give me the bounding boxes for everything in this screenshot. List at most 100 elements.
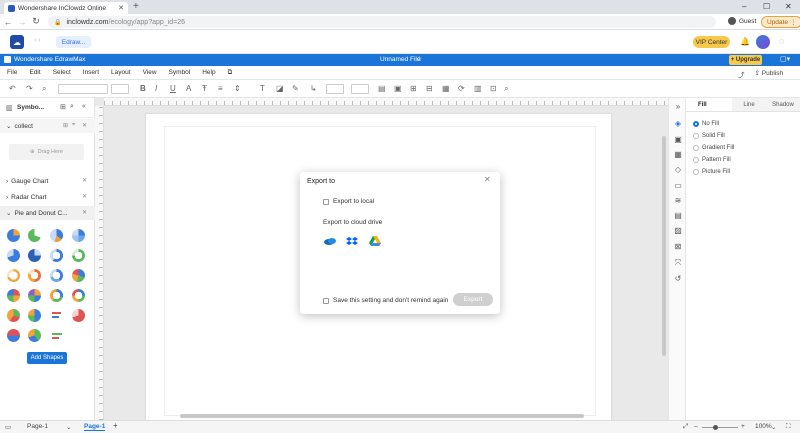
new-tab-button[interactable]: + <box>133 2 139 12</box>
zoom-slider-handle[interactable] <box>713 425 718 430</box>
fill-style-icon[interactable]: ◈ <box>672 118 684 130</box>
inclowdz-logo-icon[interactable]: ☁ <box>10 35 24 49</box>
menu-select[interactable]: Select <box>53 69 71 76</box>
group-icon[interactable]: ▣ <box>394 83 402 95</box>
size-icon[interactable]: ▦ <box>442 83 450 95</box>
add-page-icon[interactable]: + <box>113 421 118 430</box>
pie-shape[interactable] <box>72 309 85 322</box>
menu-edit[interactable]: Edit <box>29 69 40 76</box>
layers-icon[interactable]: ◇ <box>672 164 684 176</box>
collapse-panel-icon[interactable]: « <box>82 103 86 110</box>
pie-shape[interactable] <box>7 329 20 342</box>
add-library-icon[interactable]: ⊞ <box>60 103 66 111</box>
category-pie-donut[interactable]: ⌄ Pie and Donut C... ✕ <box>0 206 95 220</box>
connector-icon[interactable]: ↳ <box>310 83 317 95</box>
library-search-icon[interactable]: ⌕ <box>70 103 74 111</box>
donut-shape[interactable] <box>50 269 63 282</box>
page-setup-icon[interactable]: ▤ <box>672 210 684 222</box>
pie-shape[interactable] <box>72 229 85 242</box>
search-icon[interactable]: ⌕ <box>504 83 508 95</box>
close-window-icon[interactable]: ✕ <box>785 2 792 11</box>
fill-bucket-icon[interactable]: ◪ <box>276 83 284 95</box>
add-shapes-button[interactable]: Add Shapes <box>27 352 67 364</box>
font-family-select[interactable] <box>58 84 108 94</box>
pie-shape[interactable] <box>7 309 20 322</box>
fill-option-solid[interactable]: Solid Fill <box>693 133 725 139</box>
vertical-scrollbar[interactable] <box>662 136 666 356</box>
guest-profile[interactable]: Guest <box>728 17 756 25</box>
zoom-chevron-icon[interactable]: ⌄ <box>771 423 776 431</box>
vip-center-button[interactable]: VIP Center <box>693 36 730 48</box>
user-avatar[interactable] <box>756 35 770 49</box>
redo-icon[interactable]: ↷ <box>26 83 33 95</box>
undo-icon[interactable]: ↶ <box>9 83 16 95</box>
pie-shape[interactable] <box>72 269 85 282</box>
publish-button[interactable]: ⇪ Publish <box>755 69 784 79</box>
reload-icon[interactable]: ↻ <box>30 16 42 27</box>
category-radar-chart[interactable]: › Radar Chart ✕ <box>0 190 95 204</box>
category-gauge-chart[interactable]: › Gauge Chart ✕ <box>0 174 95 188</box>
pie-shape[interactable] <box>28 249 41 262</box>
category-close-icon[interactable]: ✕ <box>82 193 87 200</box>
collect-section[interactable]: ⌄ collect ⊞ ⌖ ✕ <box>0 119 95 133</box>
italic-icon[interactable]: I <box>155 83 157 95</box>
collect-close-icon[interactable]: ✕ <box>82 122 87 129</box>
underline-icon[interactable]: U <box>170 83 176 95</box>
zoom-level[interactable]: 100% <box>755 423 772 430</box>
line-weight-select[interactable] <box>326 84 344 94</box>
drag-here-zone[interactable]: ⊕ Drag Here <box>9 144 84 160</box>
picture-icon[interactable]: ▨ <box>672 225 684 237</box>
lock-shape-icon[interactable]: ⊡ <box>490 83 497 95</box>
image-edit-icon[interactable]: ▣ <box>672 134 684 146</box>
donut-shape[interactable] <box>72 249 85 262</box>
bar-pie-shape[interactable] <box>50 329 63 342</box>
titlebar-menu-icon[interactable]: ▢▾ <box>780 55 790 63</box>
pie-shape[interactable] <box>28 309 41 322</box>
dialog-close-icon[interactable]: ✕ <box>484 175 491 184</box>
google-drive-icon[interactable] <box>368 235 382 247</box>
image-icon[interactable]: ⧉ <box>228 69 233 77</box>
fit-page-icon[interactable]: ⛶ <box>786 423 791 431</box>
rotate-icon[interactable]: ⟳ <box>458 83 465 95</box>
present-icon[interactable]: ▭ <box>672 180 684 192</box>
pie-shape[interactable] <box>7 229 20 242</box>
donut-shape[interactable] <box>72 289 85 302</box>
donut-shape[interactable] <box>50 289 63 302</box>
pie-shape[interactable] <box>28 289 41 302</box>
file-name[interactable]: Unnamed File <box>380 56 420 63</box>
pie-shape[interactable] <box>7 249 20 262</box>
page-thumbnail-icon[interactable]: ▭ <box>5 423 11 431</box>
favorite-star-icon[interactable]: ☆ <box>416 55 422 63</box>
pen-icon[interactable]: ✎ <box>292 83 299 95</box>
horizontal-scrollbar[interactable] <box>180 414 584 418</box>
text-box-icon[interactable]: T <box>260 83 265 95</box>
menu-insert[interactable]: Insert <box>83 69 99 76</box>
back-icon[interactable]: ← <box>2 17 14 27</box>
export-local-option[interactable]: Export to local <box>323 198 374 205</box>
browser-tab[interactable]: Wondershare InClowdz Online ✕ <box>4 2 128 14</box>
tab-close-icon[interactable]: ✕ <box>118 4 124 12</box>
arrange-icon[interactable]: ▤ <box>378 83 386 95</box>
pie-shape[interactable] <box>50 229 63 242</box>
menu-symbol[interactable]: Symbol <box>169 69 191 76</box>
fill-option-no-fill[interactable]: No Fill <box>693 121 719 127</box>
tab-fill[interactable]: Fill <box>686 98 732 111</box>
notification-bell-icon[interactable]: 🔔 <box>740 37 750 46</box>
cloud-nav-arrows-icon[interactable]: ‹ › <box>34 37 41 44</box>
font-color-icon[interactable]: A <box>186 83 191 95</box>
distribute-icon[interactable]: ⊟ <box>426 83 433 95</box>
menu-help[interactable]: Help <box>202 69 215 76</box>
tab-line[interactable]: Line <box>732 98 766 111</box>
expand-panel-icon[interactable]: » <box>672 101 684 113</box>
collect-pin-icon[interactable]: ⌖ <box>72 122 75 129</box>
export-local-checkbox[interactable] <box>323 198 329 205</box>
minimize-icon[interactable]: – <box>742 2 746 11</box>
menu-layout[interactable]: Layout <box>111 69 131 76</box>
collect-import-icon[interactable]: ⊞ <box>63 122 68 129</box>
grid-icon[interactable]: ▦ <box>672 149 684 161</box>
fit-icon[interactable]: ⤧ <box>672 257 684 269</box>
donut-shape[interactable] <box>28 269 41 282</box>
category-close-icon[interactable]: ✕ <box>82 177 87 184</box>
zoom-slider[interactable] <box>702 427 738 428</box>
pie-shape[interactable] <box>28 229 41 242</box>
